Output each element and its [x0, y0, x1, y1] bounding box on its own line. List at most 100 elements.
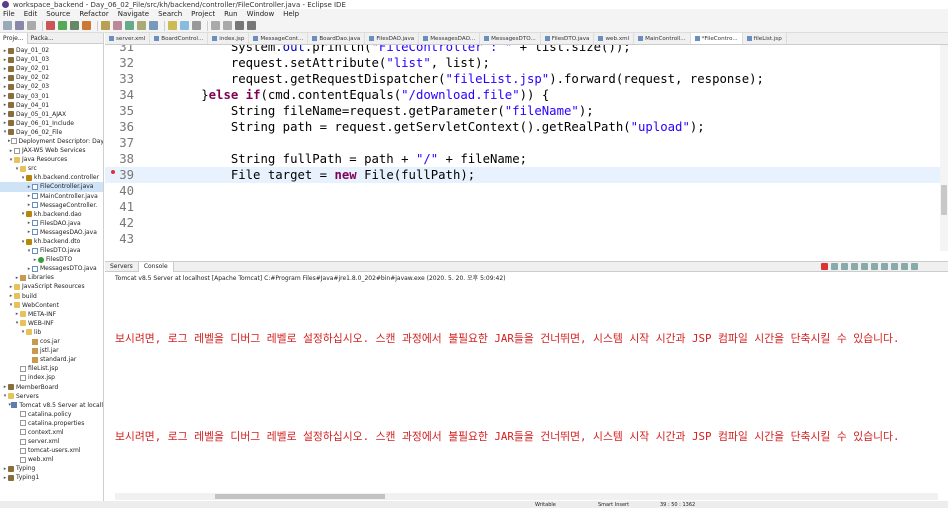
- tree-item[interactable]: server.xml: [0, 437, 103, 446]
- code-line[interactable]: 34 }else if(cmd.contentEquals("/download…: [105, 87, 948, 103]
- editor-tab[interactable]: FilesDTO.java: [541, 33, 595, 44]
- tree-item[interactable]: ▾ Tomcat v8.5 Server at locall: [0, 401, 103, 410]
- show-whitespace-icon[interactable]: [192, 21, 201, 30]
- save-icon[interactable]: [15, 21, 24, 30]
- open-type-icon[interactable]: [137, 21, 146, 30]
- external-tools-icon[interactable]: [82, 21, 91, 30]
- scroll-lock-icon[interactable]: [851, 263, 858, 270]
- editor-tab[interactable]: BoardControl...: [150, 33, 209, 44]
- tree-item[interactable]: ▸ Day_06_01_Include: [0, 119, 103, 128]
- back-icon[interactable]: [235, 21, 244, 30]
- tree-item[interactable]: ▸ FileController.java: [0, 182, 103, 192]
- console-scroll-thumb[interactable]: [215, 494, 385, 499]
- code-line[interactable]: 36 String path = request.getServletConte…: [105, 119, 948, 135]
- pin-console-icon[interactable]: [871, 263, 878, 270]
- editor-tab[interactable]: index.jsp: [208, 33, 250, 44]
- tree-item[interactable]: ▾ kh.backend.controller: [0, 173, 103, 182]
- tree-item[interactable]: ▸ MessagesDAO.java: [0, 228, 103, 237]
- tree-item[interactable]: ▸ MessageController.: [0, 201, 103, 210]
- coverage-icon[interactable]: [70, 21, 79, 30]
- code-line[interactable]: 35 String fileName=request.getParameter(…: [105, 103, 948, 119]
- menu-item-search[interactable]: Search: [158, 10, 182, 18]
- editor-tab[interactable]: MessagesDTO...: [480, 33, 541, 44]
- tree-item[interactable]: cos.jar: [0, 337, 103, 346]
- code-editor[interactable]: 31 System.out.println("FileController : …: [105, 45, 948, 251]
- save-all-icon[interactable]: [27, 21, 36, 30]
- tree-item[interactable]: ▾ kh.backend.dao: [0, 210, 103, 219]
- code-line[interactable]: 40: [105, 183, 948, 199]
- tree-item[interactable]: ▾ WebContent: [0, 301, 103, 310]
- tree-item[interactable]: ▸ Typing: [0, 464, 103, 473]
- menu-item-file[interactable]: File: [3, 10, 15, 18]
- tree-item[interactable]: ▾ Java Resources: [0, 155, 103, 164]
- editor-vertical-scrollbar[interactable]: [940, 45, 948, 251]
- tree-item[interactable]: fileList.jsp: [0, 364, 103, 373]
- tree-item[interactable]: ▾ Servers: [0, 392, 103, 401]
- mark-occurrences-icon[interactable]: [168, 21, 177, 30]
- tree-item[interactable]: ▸ Day_04_01: [0, 101, 103, 110]
- console-horizontal-scrollbar[interactable]: [115, 493, 938, 500]
- tree-item[interactable]: ▸ build: [0, 292, 103, 301]
- tree-item[interactable]: index.jsp: [0, 373, 103, 382]
- minimize-icon[interactable]: [901, 263, 908, 270]
- tree-item[interactable]: ▸ FilesDAO.java: [0, 219, 103, 228]
- search-icon[interactable]: [149, 21, 158, 30]
- tree-item[interactable]: ▸ JAX-WS Web Services: [0, 146, 103, 155]
- tab-project-explorer[interactable]: Proje...: [0, 33, 28, 44]
- toggle-block-icon[interactable]: [180, 21, 189, 30]
- tree-item[interactable]: ▸ JavaScript Resources: [0, 282, 103, 291]
- tree-item[interactable]: context.xml: [0, 428, 103, 437]
- tree-item[interactable]: ▸ FilesDTO: [0, 255, 103, 264]
- editor-tab[interactable]: BoardDao.java: [308, 33, 366, 44]
- menu-item-project[interactable]: Project: [191, 10, 215, 18]
- error-marker-icon[interactable]: [111, 170, 115, 174]
- remove-launch-icon[interactable]: [831, 263, 838, 270]
- terminate-icon[interactable]: [821, 263, 828, 270]
- code-line[interactable]: 42: [105, 215, 948, 231]
- tree-item[interactable]: ▸ Day_01_03: [0, 55, 103, 64]
- code-line[interactable]: 38 String fullPath = path + "/" + fileNa…: [105, 151, 948, 167]
- tree-item[interactable]: ▸ Day_01_02: [0, 46, 103, 55]
- tab-console[interactable]: Console: [137, 261, 174, 272]
- tree-item[interactable]: ▾ Day_06_02_File: [0, 128, 103, 137]
- code-line[interactable]: 39 File target = new File(fullPath);: [105, 167, 948, 183]
- tree-item[interactable]: ▸ Day_03_01: [0, 91, 103, 100]
- code-line[interactable]: 43: [105, 231, 948, 247]
- tree-item[interactable]: ▸ Day_02_03: [0, 82, 103, 91]
- tree-item[interactable]: ▾ lib: [0, 328, 103, 337]
- code-line[interactable]: 32 request.setAttribute("list", list);: [105, 55, 948, 71]
- tree-item[interactable]: ▸ MemberBoard: [0, 382, 103, 391]
- menu-item-source[interactable]: Source: [46, 10, 70, 18]
- new-icon[interactable]: [3, 21, 12, 30]
- debug-icon[interactable]: [46, 21, 55, 30]
- editor-tab[interactable]: server.xml: [105, 33, 151, 44]
- code-line[interactable]: 31 System.out.println("FileController : …: [105, 45, 948, 55]
- editor-tab[interactable]: MessagesDAO...: [419, 33, 481, 44]
- editor-tab[interactable]: FilesDAO.java: [365, 33, 420, 44]
- maximize-icon[interactable]: [911, 263, 918, 270]
- previous-annotation-icon[interactable]: [223, 21, 232, 30]
- next-annotation-icon[interactable]: [211, 21, 220, 30]
- code-line[interactable]: 41: [105, 199, 948, 215]
- menu-item-help[interactable]: Help: [283, 10, 299, 18]
- run-icon[interactable]: [58, 21, 67, 30]
- forward-icon[interactable]: [247, 21, 256, 30]
- tree-item[interactable]: ▸ Deployment Descriptor: Day: [0, 137, 103, 146]
- tree-item[interactable]: ▸ Day_02_01: [0, 64, 103, 73]
- new-package-icon[interactable]: [113, 21, 122, 30]
- menu-item-run[interactable]: Run: [224, 10, 237, 18]
- tree-item[interactable]: ▸ Day_05_01_AJAX: [0, 110, 103, 119]
- tree-item[interactable]: ▾ kh.backend.dto: [0, 237, 103, 246]
- editor-tab[interactable]: web.xml: [594, 33, 635, 44]
- menu-item-refactor[interactable]: Refactor: [79, 10, 108, 18]
- tree-item[interactable]: catalina.policy: [0, 410, 103, 419]
- code-line[interactable]: 37: [105, 135, 948, 151]
- editor-scroll-thumb[interactable]: [941, 185, 947, 215]
- code-line[interactable]: 33 request.getRequestDispatcher("fileLis…: [105, 71, 948, 87]
- tree-item[interactable]: ▸ META-INF: [0, 310, 103, 319]
- tree-item[interactable]: ▸ Day_02_02: [0, 73, 103, 82]
- editor-tab[interactable]: MessageCont...: [249, 33, 309, 44]
- word-wrap-icon[interactable]: [861, 263, 868, 270]
- display-selected-console-icon[interactable]: [881, 263, 888, 270]
- tab-servers[interactable]: Servers: [105, 262, 138, 272]
